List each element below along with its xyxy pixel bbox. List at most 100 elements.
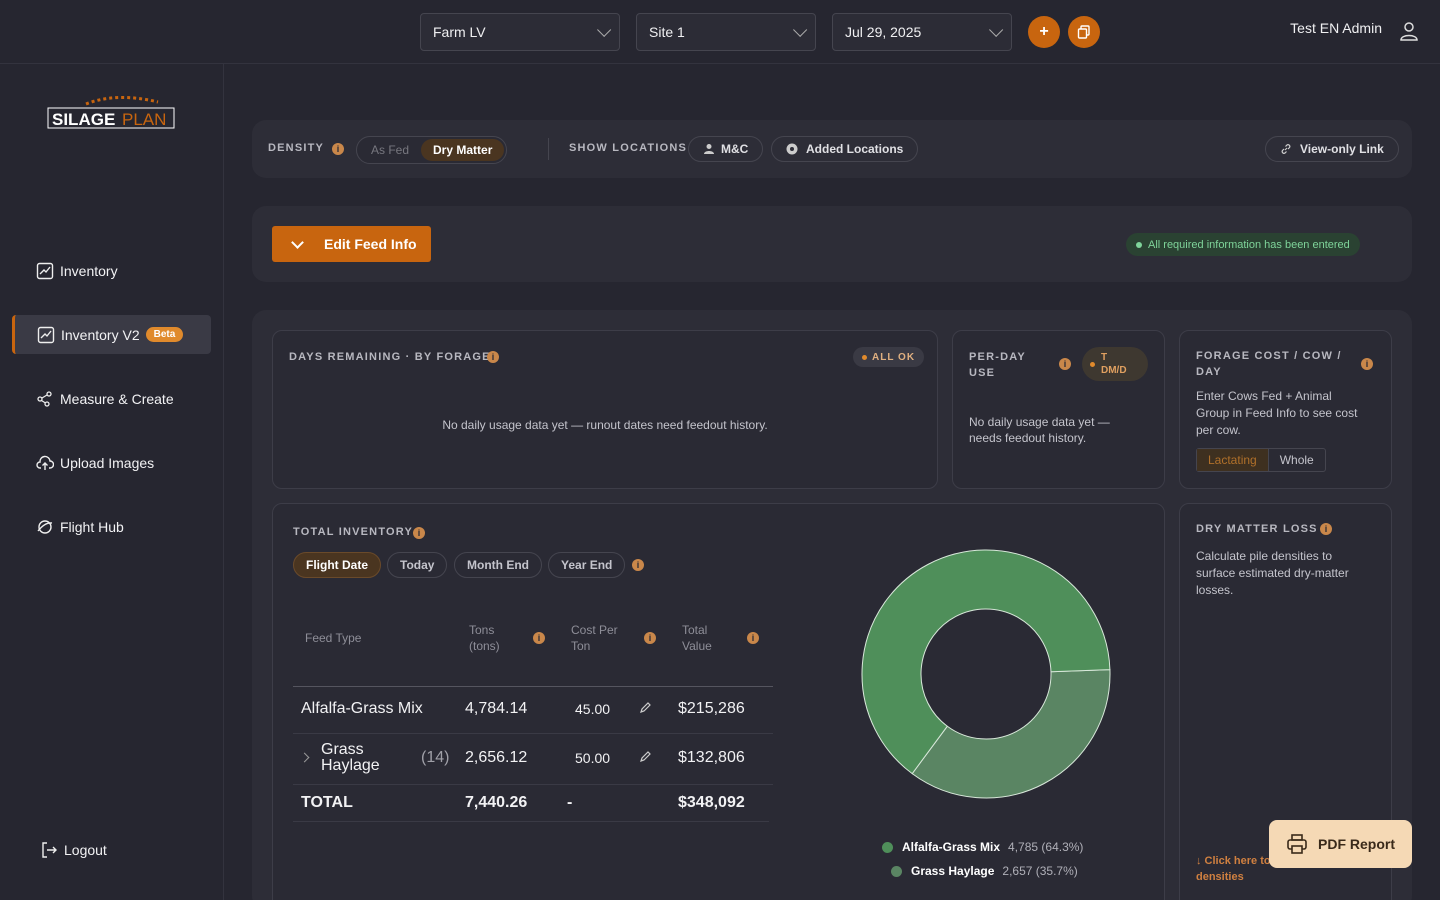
dry-matter-desc: Calculate pile densities to surface esti… (1196, 548, 1349, 599)
dry-matter-option[interactable]: Dry Matter (421, 139, 505, 161)
pin-icon (786, 143, 798, 155)
all-ok-text: ALL OK (872, 351, 916, 363)
legend-value: 4,785 (64.3%) (1008, 840, 1084, 854)
nav-flight-hub[interactable]: Flight Hub (12, 507, 211, 546)
all-ok-badge: ALL OK (853, 347, 925, 367)
info-icon[interactable]: i (332, 143, 344, 155)
dry-matter-desc-line2: surface estimated dry-matter (1196, 566, 1349, 580)
header-total-value[interactable]: Total Value (682, 622, 712, 654)
nav-inventory-label: Inventory (60, 262, 118, 279)
tab-year-end[interactable]: Year End (548, 552, 626, 578)
nav-upload-images[interactable]: Upload Images (12, 443, 211, 482)
tab-flight-date[interactable]: Flight Date (293, 552, 381, 578)
status-dot (1090, 361, 1095, 367)
legend-label: Alfalfa-Grass Mix (902, 840, 1001, 854)
mc-label: M&C (721, 142, 749, 156)
date-select-value: Jul 29, 2025 (845, 24, 922, 40)
legend-swatch (891, 865, 902, 877)
total-tons: 7,440.26 (465, 794, 528, 811)
as-fed-option[interactable]: As Fed (359, 139, 421, 161)
copy-button[interactable] (1068, 16, 1100, 48)
row-feed-name: Grass Haylage (321, 742, 380, 774)
user-name[interactable]: Test EN Admin (1290, 20, 1382, 36)
nav-inventory-v2-label: Inventory V2 (61, 326, 140, 343)
status-dot (1136, 241, 1142, 248)
row-divider (293, 784, 773, 785)
printer-icon (1287, 834, 1307, 854)
whole-option[interactable]: Whole (1269, 449, 1325, 471)
row-feed-name-line1: Grass (321, 741, 364, 758)
header-cost-per-ton[interactable]: Cost Per Ton (571, 622, 618, 654)
user-icon[interactable] (1398, 20, 1420, 42)
nav-inventory-v2[interactable]: Inventory V2 Beta (12, 315, 211, 354)
view-only-link-button[interactable]: View-only Link (1265, 136, 1399, 162)
info-icon[interactable]: i (1059, 358, 1071, 370)
total-cost: - (567, 794, 573, 811)
site-select[interactable]: Site 1 (636, 13, 816, 51)
tab-month-end[interactable]: Month End (454, 552, 542, 578)
total-label: TOTAL (301, 794, 353, 811)
click-here-link[interactable]: ↓ Click here to densities (1196, 853, 1271, 885)
inventory-donut-chart (861, 549, 1111, 799)
header-feed-type[interactable]: Feed Type (305, 630, 361, 646)
row-cost: 50.00 (575, 750, 611, 766)
add-button[interactable]: + (1028, 16, 1060, 48)
days-remaining-title: DAYS REMAINING · BY FORAGE (289, 351, 491, 363)
tab-today[interactable]: Today (387, 552, 448, 578)
edit-pencil-icon[interactable] (639, 750, 652, 763)
link-icon (1281, 144, 1291, 154)
info-icon[interactable]: i (533, 632, 545, 644)
per-day-title-line2: USE (969, 367, 996, 379)
header-cost-line2: Ton (571, 639, 591, 653)
info-icon[interactable]: i (1361, 358, 1373, 370)
info-icon[interactable]: i (1320, 523, 1332, 535)
svg-text:PLAN: PLAN (122, 110, 166, 129)
legend-swatch (882, 841, 893, 853)
row-feed-name-line2: Haylage (321, 757, 380, 774)
header-cost-line1: Cost Per (571, 623, 618, 637)
nav-measure-create[interactable]: Measure & Create (12, 379, 211, 418)
logout-label: Logout (64, 841, 107, 858)
header-tons[interactable]: Tons (tons) (469, 622, 500, 654)
edit-feed-info-button[interactable]: Edit Feed Info (272, 226, 431, 262)
chevron-down-icon (989, 22, 1004, 37)
days-remaining-card: DAYS REMAINING · BY FORAGE i ALL OK No d… (272, 330, 938, 489)
person-icon (704, 144, 714, 154)
edit-pencil-icon[interactable] (639, 701, 652, 714)
unit-text: T DM/D (1101, 352, 1127, 376)
added-locations-toggle[interactable]: Added Locations (771, 136, 919, 162)
info-icon[interactable]: i (747, 632, 759, 644)
info-icon[interactable]: i (632, 559, 644, 571)
logout-button[interactable]: Logout (12, 830, 211, 869)
click-here-line2: densities (1196, 871, 1244, 883)
header-value-line1: Total (682, 623, 708, 637)
info-icon[interactable]: i (644, 632, 656, 644)
lactating-option[interactable]: Lactating (1197, 449, 1269, 471)
chevron-down-icon (793, 22, 808, 37)
silageplan-logo: SILAGE PLAN (47, 95, 175, 129)
forage-cost-desc-line3: per cow. (1196, 423, 1241, 437)
per-day-use-title: PER-DAY USE (969, 349, 1026, 381)
date-select[interactable]: Jul 29, 2025 (832, 13, 1012, 51)
forage-cost-title-line1: FORAGE COST / COW / (1196, 350, 1342, 362)
cloud-upload-icon (36, 455, 54, 470)
row-tons: 4,784.14 (465, 700, 528, 717)
measure-icon (37, 390, 52, 407)
mc-toggle[interactable]: M&C (688, 136, 764, 162)
pdf-report-button[interactable]: PDF Report (1269, 820, 1412, 868)
info-icon[interactable]: i (413, 527, 425, 539)
legend-item-alfalfa[interactable]: Alfalfa-Grass Mix 4,785 (64.3%) (882, 840, 1083, 854)
added-locations-label: Added Locations (806, 142, 904, 156)
show-locations-label: SHOW LOCATIONS (569, 142, 688, 154)
row-divider (293, 821, 769, 822)
click-here-line1: ↓ Click here to (1196, 855, 1271, 867)
farm-select[interactable]: Farm LV (420, 13, 620, 51)
row-feed-name: Alfalfa-Grass Mix (301, 700, 423, 717)
legend-label: Grass Haylage (911, 864, 995, 878)
nav-inventory[interactable]: Inventory (12, 251, 211, 290)
unit-badge[interactable]: T DM/D (1082, 347, 1148, 381)
legend-item-grass-haylage[interactable]: Grass Haylage 2,657 (35.7%) (891, 864, 1078, 878)
info-icon[interactable]: i (487, 351, 499, 363)
header-divider (293, 686, 773, 687)
status-dot (862, 354, 867, 360)
